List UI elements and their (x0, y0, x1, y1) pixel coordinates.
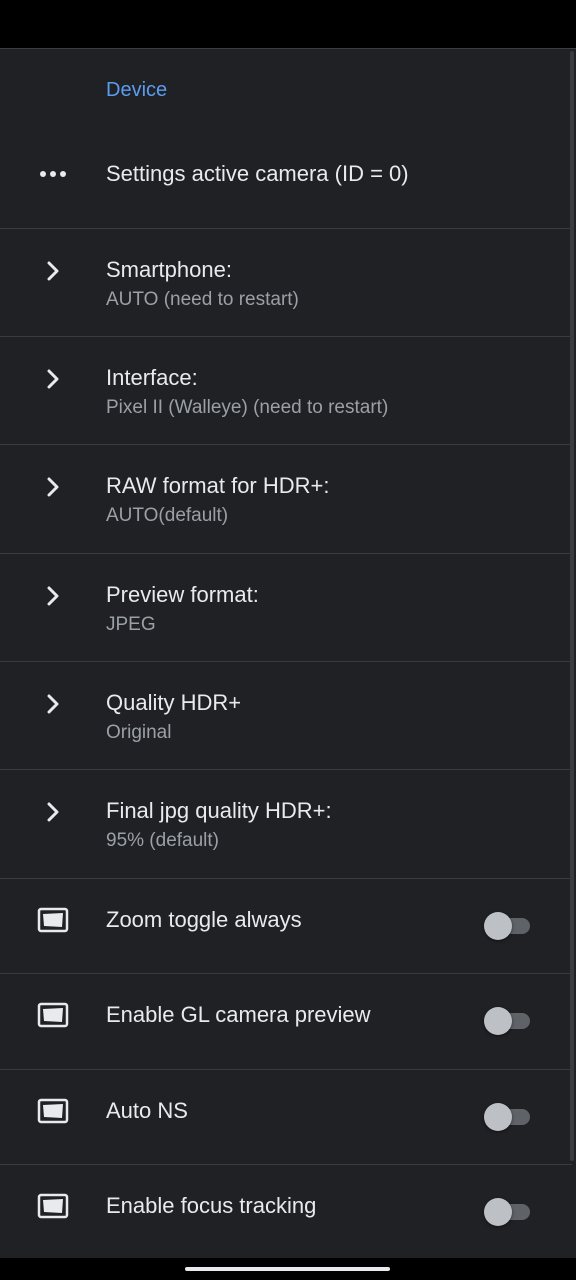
enable-gl-preview-item[interactable]: Enable GL camera preview (0, 974, 572, 1070)
auto-ns-switch[interactable] (484, 1102, 530, 1132)
final-jpg-quality-item[interactable]: Final jpg quality HDR+: 95% (default) (0, 770, 572, 879)
quality-hdr-item[interactable]: Quality HDR+ Original (0, 662, 572, 770)
row-summary: AUTO (need to restart) (106, 289, 299, 310)
settings-active-camera-item[interactable]: Settings active camera (ID = 0) (0, 129, 572, 229)
navigation-bar (0, 1258, 576, 1280)
row-title: Settings active camera (ID = 0) (106, 161, 409, 186)
status-bar (0, 0, 576, 48)
zoom-toggle-switch[interactable] (484, 911, 530, 941)
row-title: Interface: (106, 365, 198, 390)
row-title: RAW format for HDR+: (106, 473, 330, 498)
row-summary: Pixel II (Walleye) (need to restart) (106, 397, 389, 418)
preview-format-item[interactable]: Preview format: JPEG (0, 554, 572, 662)
gl-preview-switch[interactable] (484, 1006, 530, 1036)
row-title: Zoom toggle always (106, 907, 302, 932)
interface-item[interactable]: Interface: Pixel II (Walleye) (need to r… (0, 337, 572, 445)
zoom-toggle-always-item[interactable]: Zoom toggle always (0, 879, 572, 974)
chevron-right-icon (36, 687, 70, 721)
chevron-right-icon (36, 362, 70, 396)
chevron-right-icon (36, 254, 70, 288)
photo-frame-icon (36, 1189, 70, 1223)
more-horizontal-icon (36, 157, 70, 191)
row-title: Smartphone: (106, 257, 232, 282)
switch-thumb (484, 1007, 512, 1035)
row-summary: JPEG (106, 614, 156, 635)
switch-thumb (484, 1103, 512, 1131)
row-title: Auto NS (106, 1098, 188, 1123)
home-gesture-handle[interactable] (185, 1267, 390, 1271)
section-header-device: Device (106, 79, 168, 101)
chevron-right-icon (36, 470, 70, 504)
smartphone-item[interactable]: Smartphone: AUTO (need to restart) (0, 229, 572, 337)
row-summary: Original (106, 722, 172, 743)
photo-frame-icon (36, 903, 70, 937)
switch-thumb (484, 912, 512, 940)
row-title: Preview format: (106, 582, 259, 607)
raw-format-item[interactable]: RAW format for HDR+: AUTO(default) (0, 445, 572, 554)
settings-panel: Device Settings active camera (ID = 0) S… (0, 48, 576, 1258)
chevron-right-icon (36, 579, 70, 613)
chevron-right-icon (36, 795, 70, 829)
photo-frame-icon (36, 1094, 70, 1128)
row-title: Quality HDR+ (106, 690, 242, 715)
row-title: Final jpg quality HDR+: (106, 798, 332, 823)
switch-thumb (484, 1198, 512, 1226)
photo-frame-icon (36, 998, 70, 1032)
enable-focus-tracking-item[interactable]: Enable focus tracking (0, 1165, 572, 1258)
row-summary: 95% (default) (106, 830, 220, 851)
row-title: Enable focus tracking (106, 1193, 317, 1218)
row-summary: AUTO(default) (106, 505, 229, 526)
row-title: Enable GL camera preview (106, 1002, 371, 1027)
focus-tracking-switch[interactable] (484, 1197, 530, 1227)
auto-ns-item[interactable]: Auto NS (0, 1070, 572, 1165)
